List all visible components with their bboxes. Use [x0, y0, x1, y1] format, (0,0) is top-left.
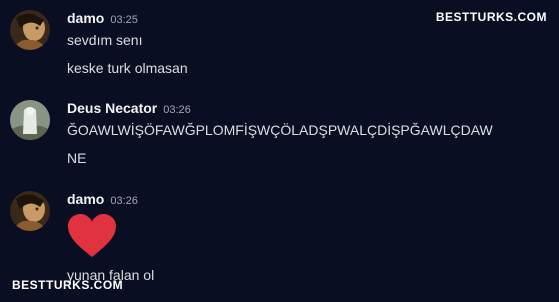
username[interactable]: damo [67, 10, 104, 26]
username[interactable]: damo [67, 191, 104, 207]
username[interactable]: Deus Necator [67, 100, 157, 116]
message-header: Deus Necator 03:26 [67, 100, 191, 118]
red-heart-icon [68, 214, 116, 257]
message-group-damo-2: damo 03:26 yunan falan ol [10, 191, 530, 291]
avatar-image [10, 100, 50, 140]
avatar-image [10, 10, 50, 50]
timestamp[interactable]: 03:26 [163, 104, 191, 116]
message-group-damo-1: damo 03:25 sevdım senı keske turk olmasan [10, 10, 530, 80]
watermark-bottom: BESTTURKS.COM [12, 278, 124, 292]
timestamp[interactable]: 03:25 [110, 14, 138, 26]
message-header: damo 03:25 [67, 10, 138, 28]
message-text: ĞOAWLWİŞÖFAWĞPLOMFİŞWÇÖLADŞPWALÇDİŞPĞAWL… [67, 122, 493, 138]
message-text: keske turk olmasan [67, 60, 188, 76]
timestamp[interactable]: 03:26 [110, 195, 138, 207]
message-group-deus-necator: Deus Necator 03:26 ĞOAWLWİŞÖFAWĞPLOMFİŞWÇ… [10, 100, 555, 170]
avatar-damo[interactable] [10, 191, 50, 231]
avatar-image [10, 191, 50, 231]
message-header: damo 03:26 [67, 191, 138, 209]
message-text: sevdım senı [67, 32, 143, 48]
avatar-damo[interactable] [10, 10, 50, 50]
avatar-deus-necator[interactable] [10, 100, 50, 140]
message-text: NE [67, 150, 87, 166]
